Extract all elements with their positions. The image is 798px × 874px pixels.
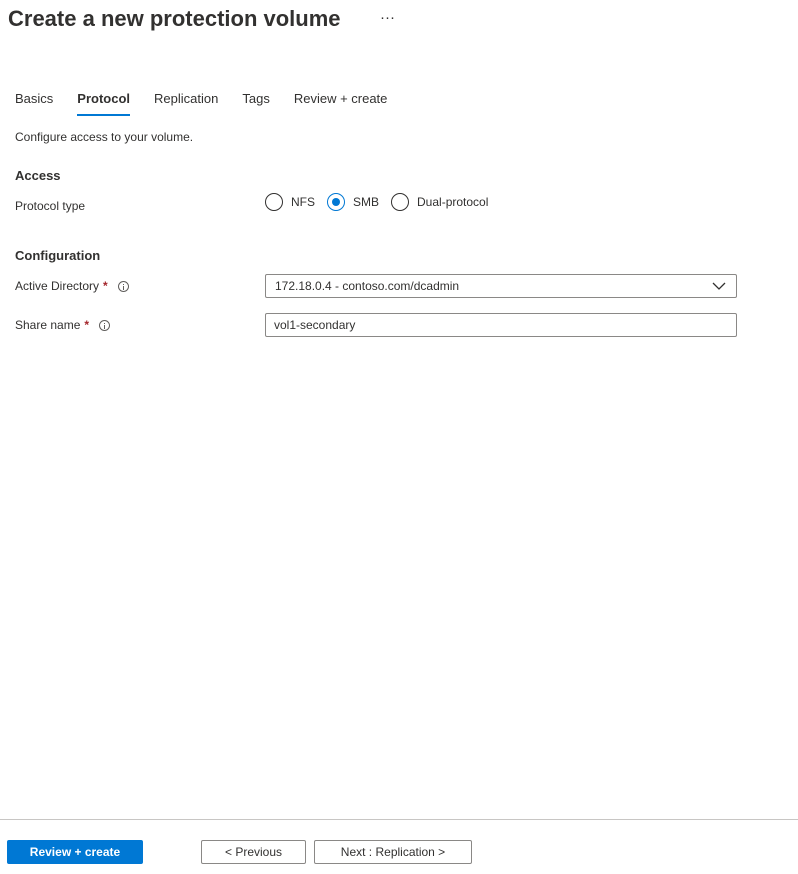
create-protection-volume-page: Create a new protection volume ··· Basic…: [0, 0, 798, 874]
tab-review-create[interactable]: Review + create: [294, 91, 388, 115]
more-icon[interactable]: ···: [380, 9, 395, 26]
active-directory-dropdown[interactable]: 172.18.0.4 - contoso.com/dcadmin: [265, 274, 737, 298]
previous-button[interactable]: < Previous: [201, 840, 306, 864]
share-name-label: Share name: [15, 318, 81, 332]
tab-replication[interactable]: Replication: [154, 91, 218, 115]
radio-dual-protocol[interactable]: Dual-protocol: [391, 193, 488, 211]
chevron-down-icon: [712, 282, 726, 290]
page-title: Create a new protection volume: [8, 6, 341, 31]
radio-smb[interactable]: SMB: [327, 193, 379, 211]
next-replication-button[interactable]: Next : Replication >: [314, 840, 472, 864]
page-description: Configure access to your volume.: [15, 130, 194, 144]
tab-basics[interactable]: Basics: [15, 91, 53, 115]
tab-tags[interactable]: Tags: [242, 91, 269, 115]
active-directory-value: 172.18.0.4 - contoso.com/dcadmin: [275, 279, 460, 293]
active-directory-label: Active Directory: [15, 279, 100, 293]
configuration-heading: Configuration: [15, 248, 101, 263]
radio-smb-label: SMB: [353, 195, 380, 209]
share-name-input[interactable]: [265, 313, 737, 337]
radio-nfs-label: NFS: [291, 195, 315, 209]
footer-divider: [0, 819, 798, 820]
required-asterisk: *: [84, 318, 90, 332]
radio-nfs[interactable]: NFS: [265, 193, 315, 211]
protocol-type-label: Protocol type: [15, 199, 86, 213]
radio-smb-circle[interactable]: [327, 193, 345, 211]
radio-dual-protocol-label: Dual-protocol: [417, 195, 489, 209]
radio-dual-protocol-circle[interactable]: [391, 193, 410, 211]
tab-protocol[interactable]: Protocol: [77, 91, 130, 116]
info-icon[interactable]: [99, 319, 111, 331]
share-name-label-row: Share name *: [15, 318, 111, 332]
info-icon[interactable]: [117, 280, 129, 292]
review-create-button[interactable]: Review + create: [7, 840, 143, 864]
wizard-tabs: Basics Protocol Replication Tags Review …: [15, 91, 411, 117]
required-asterisk: *: [103, 279, 108, 293]
radio-nfs-circle[interactable]: [265, 193, 283, 211]
active-directory-label-row: Active Directory *: [15, 279, 129, 293]
protocol-type-radio-group: NFS SMB Dual-protocol: [265, 193, 500, 211]
access-heading: Access: [15, 168, 61, 183]
